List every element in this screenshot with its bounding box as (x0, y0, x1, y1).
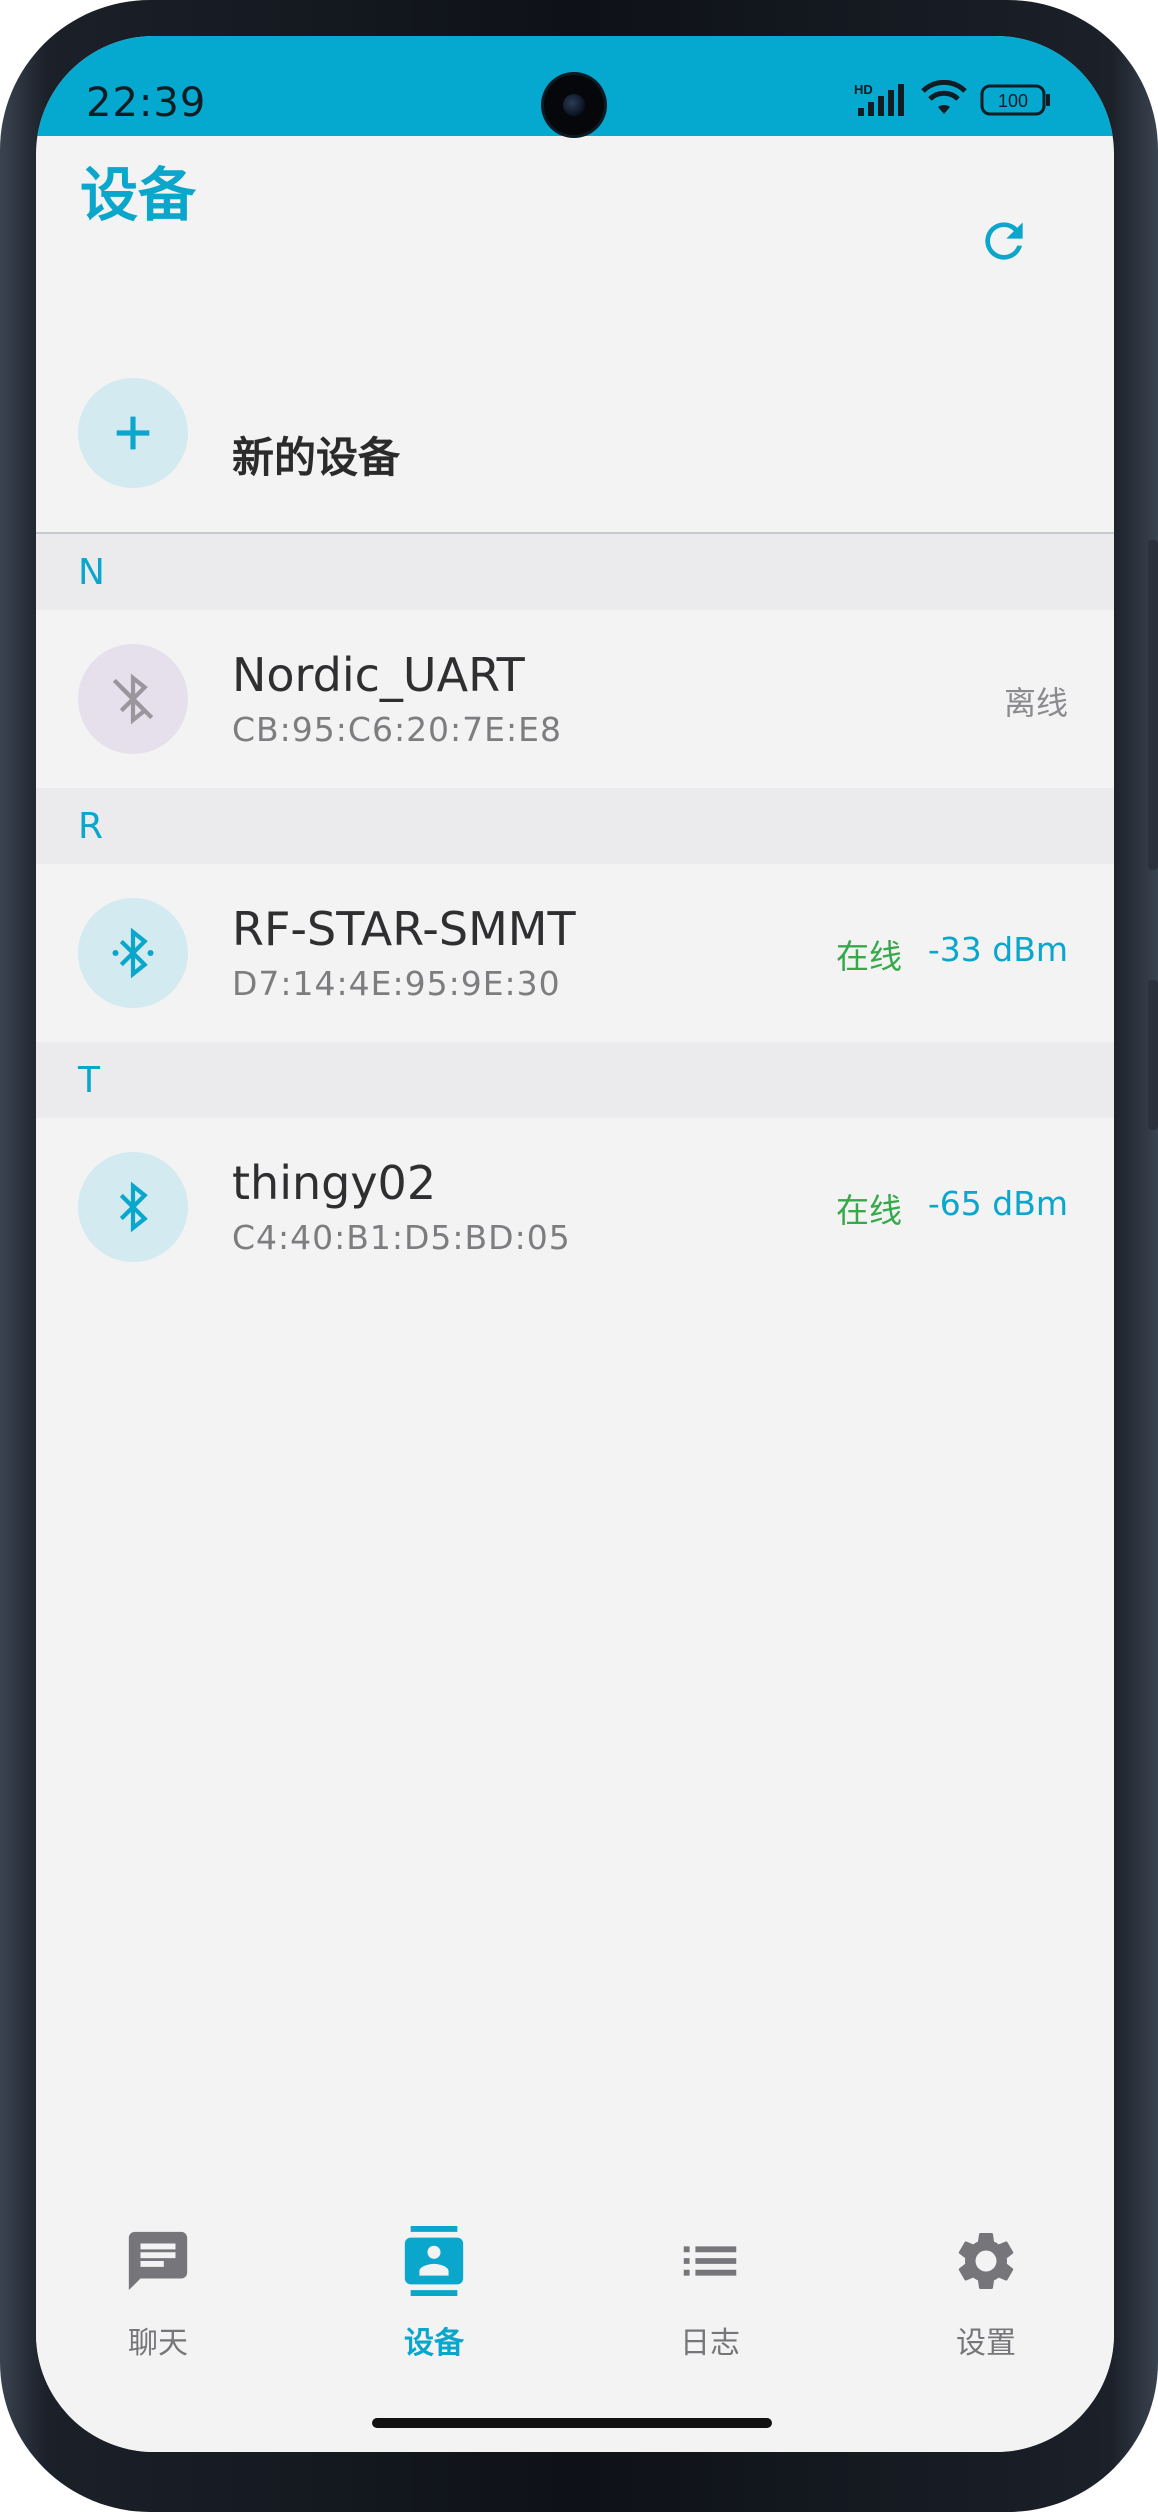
device-status: 在线 (836, 1191, 902, 1230)
page-title: 设备 (80, 161, 197, 229)
phone-frame: 22:39 HD 100 设备 新的设备 N Nordic_UART CB:95… (0, 0, 1158, 2512)
section-letter: N (78, 552, 105, 593)
device-rssi: -33 dBm (927, 930, 1068, 969)
contacts-icon (404, 2226, 464, 2296)
device-avatar (78, 644, 188, 754)
nav-item-logs[interactable]: 日志 (630, 2226, 790, 2376)
bluetooth-searching-icon (112, 927, 154, 979)
gear-icon (958, 2233, 1014, 2289)
device-status: 离线 (1003, 684, 1068, 722)
section-header-t (36, 1042, 1114, 1118)
device-name: thingy02 (232, 1156, 437, 1210)
add-device-avatar[interactable] (78, 378, 188, 488)
volume-button (1148, 540, 1158, 870)
device-rssi: -65 dBm (927, 1184, 1068, 1223)
status-time: 22:39 (86, 80, 207, 126)
section-header-n (36, 534, 1114, 610)
device-status: 在线 (836, 937, 902, 976)
section-letter: R (78, 806, 104, 847)
device-row-nordic-uart[interactable] (36, 610, 1114, 786)
nav-label: 日志 (680, 2326, 740, 2361)
device-avatar (78, 898, 188, 1008)
bluetooth-icon (119, 1181, 148, 1233)
nav-item-devices[interactable]: 设备 (354, 2226, 514, 2376)
new-device-row[interactable] (36, 356, 1114, 526)
wifi-icon (921, 80, 967, 114)
network-label: HD (854, 82, 873, 97)
device-mac: D7:14:4E:95:9E:30 (232, 964, 561, 1003)
section-letter: T (78, 1060, 100, 1101)
section-header-r (36, 788, 1114, 864)
bluetooth-disabled-icon (112, 673, 154, 725)
refresh-button[interactable] (976, 213, 1032, 269)
app-screen: 22:39 HD 100 设备 新的设备 N Nordic_UART CB:95… (36, 36, 1114, 2452)
plus-icon (116, 416, 150, 450)
power-button (1148, 980, 1158, 1130)
device-name: Nordic_UART (232, 648, 525, 702)
device-name: RF-STAR-SMMT (232, 902, 576, 956)
new-device-label: 新的设备 (232, 433, 401, 482)
refresh-icon (985, 222, 1023, 260)
battery-icon: 100 (980, 84, 1050, 116)
list-icon (683, 2246, 737, 2276)
device-avatar (78, 1152, 188, 1262)
front-camera (544, 75, 604, 135)
nav-item-settings[interactable]: 设置 (906, 2226, 1066, 2376)
nav-item-chat[interactable]: 聊天 (78, 2226, 238, 2376)
device-mac: C4:40:B1:D5:BD:05 (232, 1218, 571, 1257)
chat-icon (128, 2231, 188, 2291)
nav-label: 设置 (956, 2326, 1016, 2361)
nav-label: 设备 (404, 2326, 464, 2361)
home-indicator[interactable] (372, 2418, 772, 2428)
signal-icon: HD (854, 82, 904, 116)
device-mac: CB:95:C6:20:7E:E8 (232, 710, 562, 749)
nav-label: 聊天 (128, 2326, 188, 2361)
battery-level: 100 (998, 91, 1028, 111)
